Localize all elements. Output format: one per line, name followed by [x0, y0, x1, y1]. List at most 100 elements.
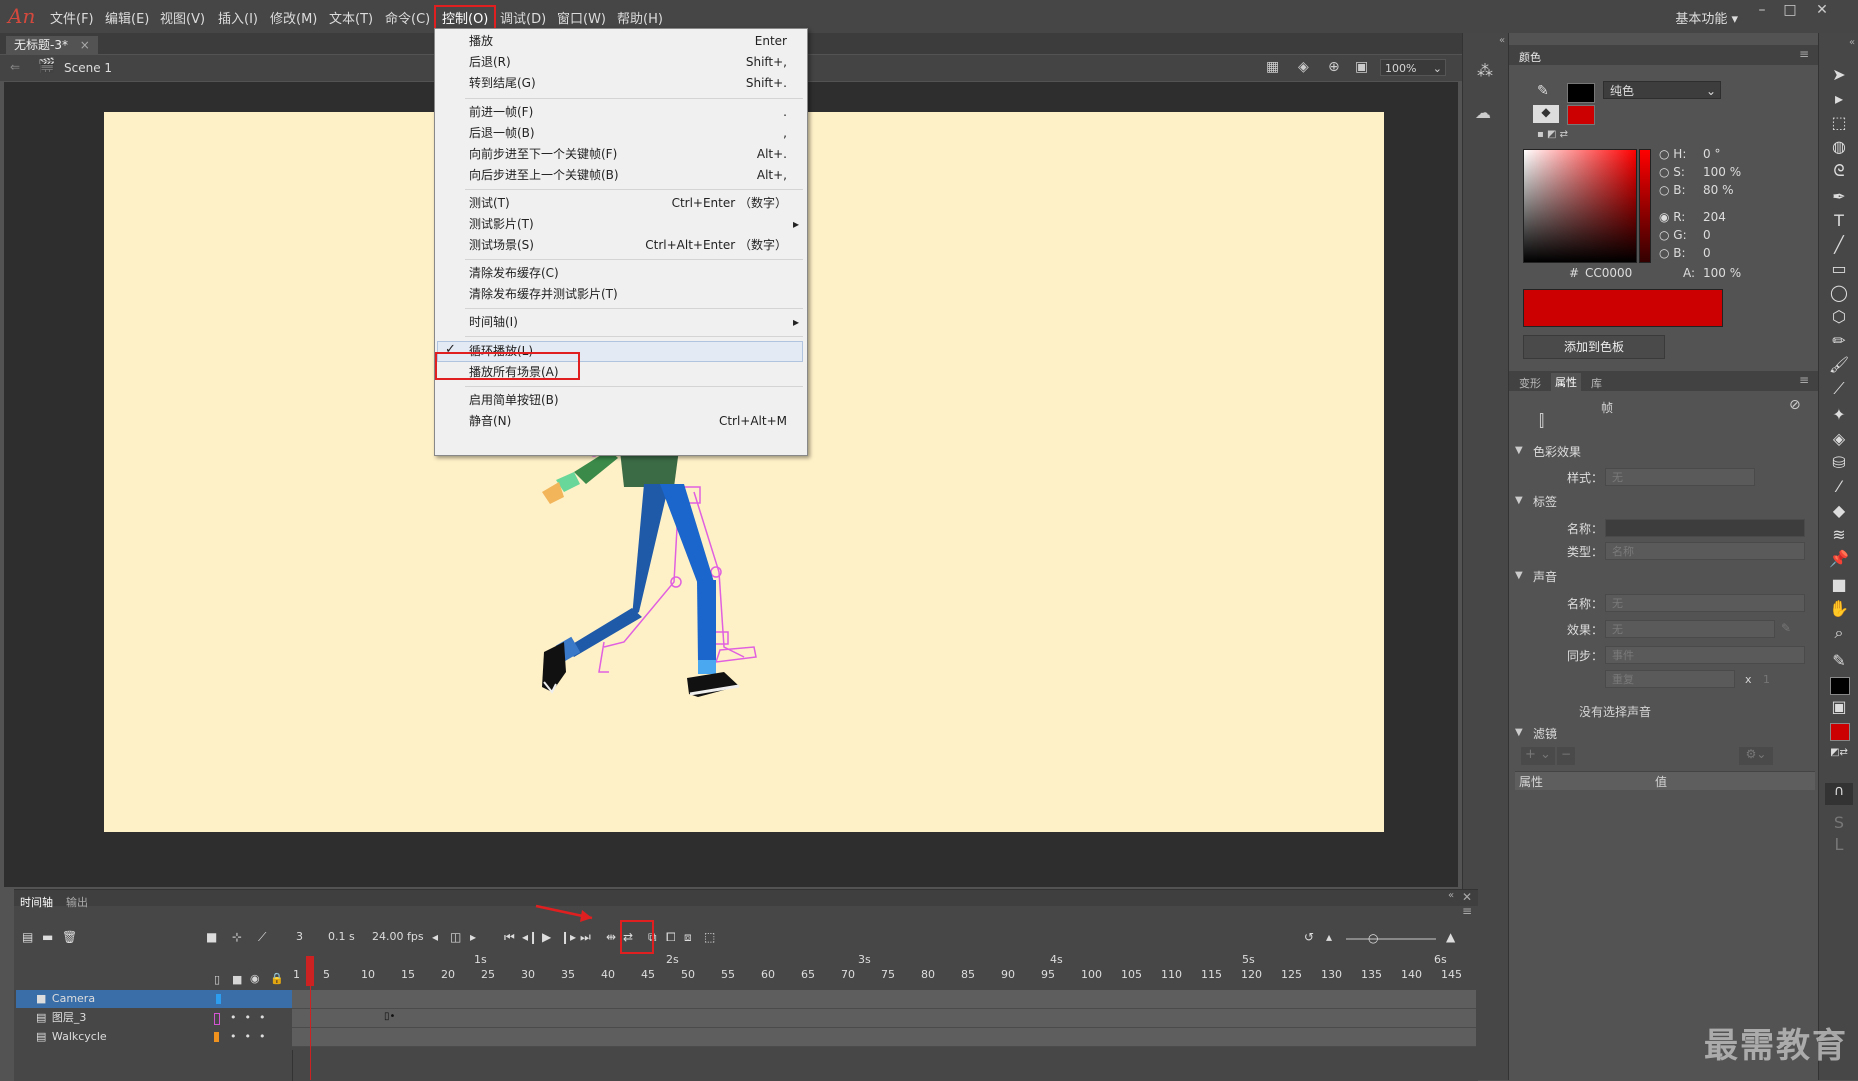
value-alpha[interactable]: 100 %: [1703, 266, 1741, 280]
frame-name-input[interactable]: [1605, 519, 1805, 537]
eyedropper-tool-icon[interactable]: ⁄: [1827, 475, 1851, 499]
camera-tool-icon[interactable]: ■: [1827, 573, 1851, 597]
selection-tool-icon[interactable]: ➤: [1827, 63, 1851, 87]
collapse-icon[interactable]: «: [1849, 37, 1855, 48]
brush-tool-icon[interactable]: ⟋: [1827, 377, 1851, 401]
menu-item-test-scene[interactable]: 测试场景(S) Ctrl+Alt+Enter （数字）: [469, 235, 787, 255]
close-tab-icon[interactable]: ×: [80, 38, 90, 52]
menu-view[interactable]: 视图(V): [160, 8, 205, 27]
value-b[interactable]: 80 %: [1703, 183, 1734, 197]
hex-value[interactable]: CC0000: [1585, 266, 1632, 280]
menu-commands[interactable]: 命令(C): [385, 8, 430, 27]
menu-item-step-forward[interactable]: 前进一帧(F).: [469, 102, 787, 122]
rectangle-tool-icon[interactable]: ▭: [1827, 257, 1851, 281]
menu-edit[interactable]: 编辑(E): [105, 8, 149, 27]
menu-file[interactable]: 文件(F): [50, 8, 94, 27]
close-icon[interactable]: ✕: [1810, 2, 1834, 22]
ink-bottle-tool-icon[interactable]: ⛁: [1827, 451, 1851, 475]
scene-name[interactable]: Scene 1: [64, 61, 112, 75]
go-to-first-frame-icon[interactable]: ⏮: [504, 930, 515, 945]
menu-item-rewind[interactable]: 后退(R) Shift+,: [469, 52, 787, 72]
tab-properties[interactable]: 属性: [1551, 373, 1581, 391]
close-panel-icon[interactable]: ✕: [1462, 890, 1472, 904]
radio-g[interactable]: ○ G:: [1659, 228, 1687, 242]
frames-camera[interactable]: [292, 990, 1476, 1009]
menu-item-mute[interactable]: 静音(N) Ctrl+Alt+M: [469, 411, 787, 431]
menu-item-test-movie[interactable]: 测试影片(T) ▸: [469, 214, 799, 234]
color-picker-field[interactable]: [1523, 149, 1637, 263]
edit-scene-icon[interactable]: ▦: [1266, 59, 1279, 75]
frame-size-slider[interactable]: [1346, 938, 1436, 940]
eye-icon[interactable]: ◉: [250, 972, 260, 985]
help-icon[interactable]: ⊘: [1789, 397, 1801, 413]
camera-toggle-icon[interactable]: ■: [206, 930, 217, 944]
frames-walkcycle[interactable]: [292, 1028, 1476, 1047]
swap-colors-icon[interactable]: ◩⇄: [1827, 741, 1851, 765]
minimize-icon[interactable]: –: [1750, 2, 1774, 22]
value-g[interactable]: 0: [1703, 228, 1711, 242]
chevron-down-icon[interactable]: ▼: [1515, 495, 1523, 506]
menu-item-test[interactable]: 测试(T) Ctrl+Enter （数字）: [469, 193, 787, 213]
pin-tool-icon[interactable]: 📌: [1827, 547, 1851, 571]
next-keyframe-icon[interactable]: ▸: [470, 930, 476, 944]
polystar-tool-icon[interactable]: ⬡: [1827, 305, 1851, 329]
layer-color-swatch[interactable]: [214, 1013, 220, 1025]
document-tab[interactable]: 无标题-3* ×: [6, 36, 98, 54]
workspace-switcher[interactable]: 基本功能 ▾: [1675, 8, 1738, 27]
show-outline-icon[interactable]: ▯: [214, 973, 220, 986]
frames-layer-3[interactable]: ▯•: [292, 1009, 1476, 1028]
motion-presets-icon[interactable]: ⁂: [1477, 61, 1493, 80]
radio-r[interactable]: ◉ R:: [1659, 210, 1685, 224]
panel-menu-icon[interactable]: ≡: [1799, 47, 1809, 61]
keyframe-marker[interactable]: ▯•: [384, 1011, 395, 1022]
menu-window[interactable]: 窗口(W): [557, 8, 606, 27]
3d-rotation-tool-icon[interactable]: ◍: [1827, 135, 1851, 159]
zoom-select[interactable]: 100% ⌄: [1380, 59, 1446, 76]
lasso-tool-icon[interactable]: ᘓ: [1827, 159, 1851, 183]
menu-text[interactable]: 文本(T): [329, 8, 373, 27]
insert-keyframe-icon[interactable]: ◫: [450, 930, 461, 944]
menu-item-step-backward[interactable]: 后退一帧(B),: [469, 123, 787, 143]
value-blue[interactable]: 0: [1703, 246, 1711, 260]
radio-b[interactable]: ○ B:: [1659, 183, 1686, 197]
chevron-down-icon[interactable]: ▼: [1515, 570, 1523, 581]
graph-icon[interactable]: ⟋: [258, 930, 266, 945]
fill-color-swatch[interactable]: [1567, 105, 1595, 125]
menu-item-go-to-end[interactable]: 转到结尾(G) Shift+.: [469, 73, 787, 93]
slider-thumb[interactable]: ○: [1368, 931, 1378, 945]
radio-h[interactable]: ○ H:: [1659, 147, 1686, 161]
layer-walkcycle[interactable]: ▤ Walkcycle •••: [16, 1028, 292, 1046]
oval-tool-icon[interactable]: ◯: [1827, 281, 1851, 305]
new-folder-icon[interactable]: ▬: [42, 930, 53, 944]
center-stage-icon[interactable]: ⊕: [1328, 59, 1340, 75]
menu-item-clear-publish-cache[interactable]: 清除发布缓存(C): [469, 263, 787, 283]
tab-transform[interactable]: 变形: [1519, 375, 1541, 391]
menu-insert[interactable]: 插入(I): [218, 8, 258, 27]
maximize-icon[interactable]: □: [1778, 2, 1802, 22]
swap-colors-icon[interactable]: ▪ ◩ ⇄: [1537, 129, 1568, 140]
modify-markers-icon[interactable]: ⬚: [704, 930, 715, 944]
hand-tool-icon[interactable]: ✋: [1827, 597, 1851, 621]
menu-item-play[interactable]: 播放 Enter: [469, 31, 787, 51]
edit-multiple-frames-icon[interactable]: ⧈: [684, 930, 692, 945]
chevron-down-icon[interactable]: ▼: [1515, 727, 1523, 738]
fill-color-swatch[interactable]: [1830, 723, 1850, 741]
panel-menu-icon[interactable]: ≡: [1462, 904, 1472, 918]
eraser-tool-icon[interactable]: ◆: [1827, 499, 1851, 523]
lock-icon[interactable]: 🔒: [270, 972, 284, 985]
stroke-color-swatch[interactable]: [1567, 83, 1595, 103]
menu-help[interactable]: 帮助(H): [617, 8, 663, 27]
step-back-icon[interactable]: ◂❙: [522, 930, 538, 944]
delete-layer-icon[interactable]: 🗑: [62, 930, 77, 944]
layer-parenting-icon[interactable]: ⊹: [232, 930, 242, 944]
go-to-last-frame-icon[interactable]: ⏭: [580, 930, 591, 945]
paint-bucket-tool-icon[interactable]: ◈: [1827, 427, 1851, 451]
paint-brush-tool-icon[interactable]: 🖌: [1827, 353, 1851, 377]
layer-3[interactable]: ▤ 图层_3 •••: [16, 1009, 292, 1027]
width-tool-icon[interactable]: ≋: [1827, 523, 1851, 547]
pencil-tool-icon[interactable]: ✏: [1827, 329, 1851, 353]
layer-toggle-dots[interactable]: •••: [230, 1009, 273, 1027]
zoom-out-frames-icon[interactable]: ▴: [1326, 930, 1332, 944]
snap-magnet-icon[interactable]: ∩: [1825, 783, 1853, 805]
layer-color-swatch[interactable]: [216, 994, 221, 1004]
